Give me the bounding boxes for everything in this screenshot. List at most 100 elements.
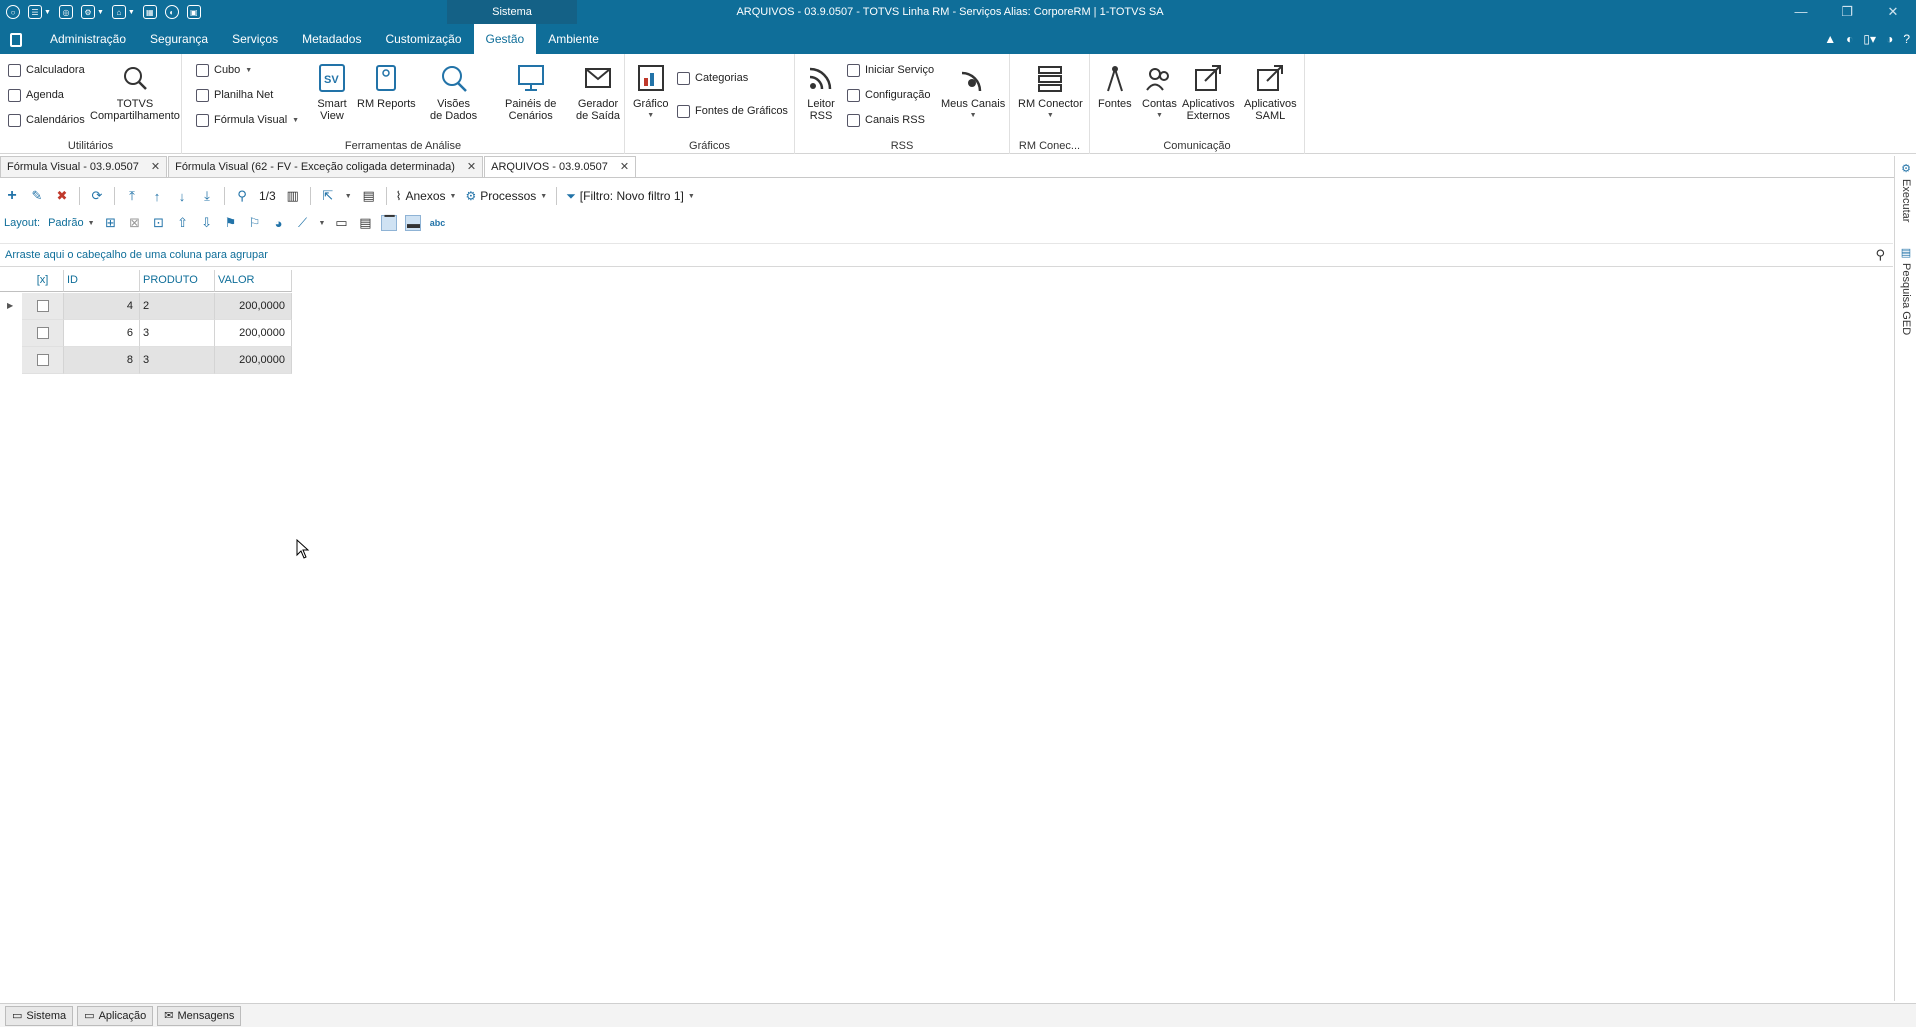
cell-valor[interactable]: 200,0000 [215, 347, 292, 374]
cubo-button[interactable]: Cubo ▼ [196, 61, 252, 79]
column-header-id[interactable]: ID [64, 270, 140, 292]
last-record-icon[interactable]: ⤓ [199, 188, 215, 204]
footer-icon[interactable]: ▭ [333, 215, 349, 231]
categorias-button[interactable]: Categorias [677, 69, 748, 87]
tab-customizacao[interactable]: Customização [373, 24, 473, 54]
tab-servicos[interactable]: Serviços [220, 24, 290, 54]
app-menu-icon[interactable] [10, 33, 22, 47]
aplicativos-saml-button[interactable]: Aplicativos SAML [1244, 62, 1297, 122]
cell-valor[interactable]: 200,0000 [215, 293, 292, 320]
columns-icon[interactable]: ▥ [285, 188, 301, 204]
table-row[interactable]: 6 3 200,0000 [0, 320, 292, 347]
minimize-icon[interactable]: — [1778, 0, 1824, 24]
row-checkbox[interactable] [36, 327, 49, 339]
layout-icon[interactable]: ▯▾ [1863, 32, 1876, 46]
doc-tab-arquivos[interactable]: ARQUIVOS - 03.9.0507 ✕ [484, 156, 637, 177]
canais-rss-button[interactable]: Canais RSS [847, 111, 925, 129]
pesquisa-ged-side-tab[interactable]: ▤ Pesquisa GED [1897, 246, 1915, 335]
add-icon[interactable]: + [4, 187, 20, 204]
status-aplicacao-button[interactable]: ▭ Aplicação [77, 1005, 154, 1026]
chevron-down-icon[interactable]: ▼ [319, 220, 326, 227]
status-mensagens-button[interactable]: ✉ Mensagens [157, 1005, 242, 1026]
document-icon[interactable]: ▤ [361, 188, 377, 204]
cell-produto[interactable]: 2 [140, 293, 215, 320]
previous-record-icon[interactable]: ↑ [149, 188, 165, 204]
collapse-ribbon-icon[interactable]: ▲ [1824, 32, 1836, 46]
context-icon[interactable]: ◎ [58, 5, 73, 19]
search-icon[interactable]: ⚲ [234, 188, 250, 204]
cell-produto[interactable]: 3 [140, 347, 215, 374]
formula-visual-button[interactable]: Fórmula Visual ▼ [196, 111, 299, 129]
chevron-down-icon[interactable]: ▼ [128, 9, 135, 16]
pin-down-icon[interactable]: ⚐ [247, 215, 263, 231]
anexos-button[interactable]: ⌇ Anexos ▼ [396, 189, 457, 203]
header-panel-icon[interactable]: ▔ [381, 215, 398, 231]
refresh-icon[interactable]: ⟳ [89, 188, 105, 204]
fontes-de-graficos-button[interactable]: Fontes de Gráficos [677, 102, 788, 120]
grid-icon[interactable]: ▦ [142, 5, 157, 19]
spell-check-icon[interactable]: abc [429, 215, 446, 231]
export-icon[interactable]: ⇱ [320, 188, 336, 204]
gerador-de-saida-button[interactable]: Gerador de Saída [576, 62, 620, 122]
paineis-de-cenarios-button[interactable]: Painéis de Cenários [505, 62, 556, 122]
contas-button[interactable]: Contas ▼ [1142, 62, 1177, 122]
table-row[interactable]: ▶ 4 2 200,0000 [0, 293, 292, 320]
chevron-down-icon[interactable]: ▼ [44, 9, 51, 16]
agenda-button[interactable]: Agenda [8, 86, 64, 104]
tab-ambiente[interactable]: Ambiente [536, 24, 611, 54]
home-icon[interactable]: ⌂ [111, 5, 126, 19]
doc-tab-formula-visual[interactable]: Fórmula Visual - 03.9.0507 ✕ [0, 156, 168, 177]
filter-button[interactable]: ⏷ [Filtro: Novo filtro 1] ▼ [566, 189, 695, 204]
cell-id[interactable]: 6 [64, 320, 140, 347]
aplicativos-externos-button[interactable]: Aplicativos Externos [1182, 62, 1235, 122]
column-header-select[interactable]: [x] [22, 270, 64, 292]
doc-tab-formula-visual-62[interactable]: Fórmula Visual (62 - FV - Exceção coliga… [168, 156, 484, 177]
fontes-button[interactable]: Fontes [1098, 62, 1132, 110]
planilha-net-button[interactable]: Planilha Net [196, 86, 273, 104]
globe-icon[interactable]: ◐ [1846, 32, 1853, 46]
leitor-rss-button[interactable]: Leitor RSS [805, 62, 837, 122]
column-header-valor[interactable]: VALOR [215, 270, 292, 292]
globe-icon[interactable]: ◐ [164, 5, 179, 19]
rm-conector-button[interactable]: RM Conector ▼ [1018, 62, 1083, 122]
tab-seguranca[interactable]: Segurança [138, 24, 220, 54]
chevron-down-icon[interactable]: ▼ [345, 193, 352, 200]
layout-remove-icon[interactable]: ⊠ [127, 215, 143, 231]
executar-side-tab[interactable]: ⚙ Executar [1897, 162, 1915, 222]
smart-view-button[interactable]: SV Smart View [316, 62, 348, 122]
auto-filter-icon[interactable]: ▬ [405, 215, 422, 231]
chart-line-icon[interactable]: ⟋ [295, 215, 311, 231]
layout-download-icon[interactable]: ⇩ [199, 215, 215, 231]
row-checkbox[interactable] [36, 300, 49, 312]
group-by-panel[interactable]: Arraste aqui o cabeçalho de uma coluna p… [0, 243, 1893, 267]
close-icon[interactable]: ✕ [151, 157, 160, 177]
grafico-button[interactable]: Gráfico ▼ [633, 62, 668, 122]
help-icon[interactable]: ? [1903, 32, 1910, 46]
tab-metadados[interactable]: Metadados [290, 24, 373, 54]
tab-administracao[interactable]: Administração [38, 24, 138, 54]
first-record-icon[interactable]: ⤒ [124, 188, 140, 204]
cell-id[interactable]: 8 [64, 347, 140, 374]
next-record-icon[interactable]: ↓ [174, 188, 190, 204]
meus-canais-button[interactable]: Meus Canais ▼ [941, 62, 1005, 122]
restore-icon[interactable]: ❐ [1824, 0, 1870, 24]
layout-upload-icon[interactable]: ⇧ [175, 215, 191, 231]
color-icon[interactable]: ◕ [271, 215, 287, 231]
configuracao-button[interactable]: Configuração [847, 86, 930, 104]
table-row[interactable]: 8 3 200,0000 [0, 347, 292, 374]
tab-gestao[interactable]: Gestão [473, 24, 537, 54]
pin-icon[interactable]: ⚑ [223, 215, 239, 231]
calculadora-button[interactable]: Calculadora [8, 61, 85, 79]
calendarios-button[interactable]: Calendários [8, 111, 85, 129]
group-footer-icon[interactable]: ▤ [357, 215, 373, 231]
rm-reports-button[interactable]: RM Reports [357, 62, 416, 110]
close-icon[interactable]: ✕ [620, 157, 629, 177]
settings-icon[interactable]: ⚙ [80, 5, 95, 19]
processos-button[interactable]: ⚙ Processos ▼ [465, 189, 547, 203]
window-icon[interactable]: ▣ [186, 5, 201, 19]
layout-save-icon[interactable]: ⊡ [151, 215, 167, 231]
status-sistema-button[interactable]: ▭ Sistema [5, 1005, 74, 1026]
layout-select[interactable]: Padrão ▼ [48, 217, 94, 229]
cell-valor[interactable]: 200,0000 [215, 320, 292, 347]
user-icon[interactable]: ☰ [28, 5, 42, 19]
